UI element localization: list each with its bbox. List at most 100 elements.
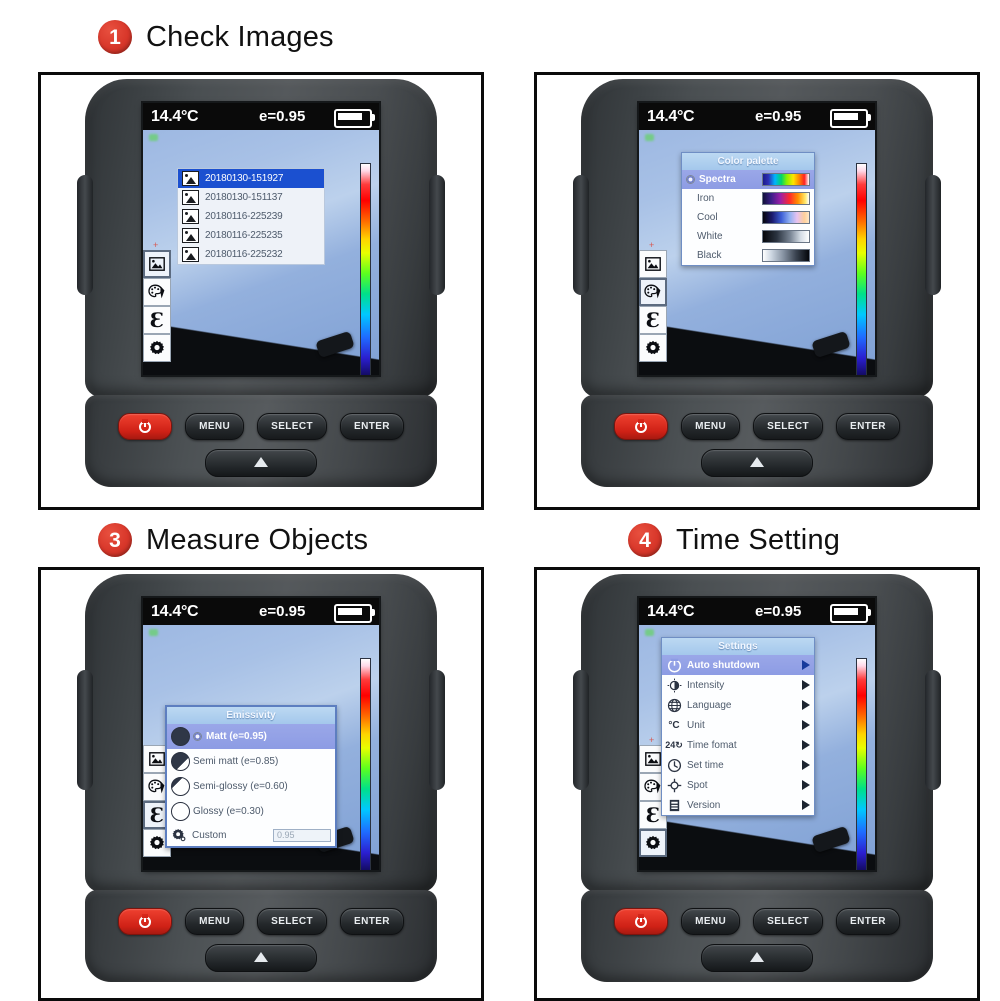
button-row: MENU SELECT ENTER [85,413,437,440]
settings-gear-icon[interactable] [143,334,171,362]
info-icon [666,797,682,813]
color-palette-menu[interactable]: Color palette Spectra Iron Cool White Bl… [681,152,815,266]
green-hotspot [645,134,654,141]
list-item[interactable]: 20180116-225232 [178,245,324,264]
list-item[interactable]: 20180130-151927 [178,169,324,188]
list-item[interactable]: 20180116-225235 [178,226,324,245]
navigation-pad[interactable] [701,944,813,972]
menu-item[interactable]: Semi-glossy (e=0.60) [167,774,335,799]
custom-emissivity-input[interactable]: 0.95 [273,828,331,842]
menu-button[interactable]: MENU [185,413,245,440]
button-row: MENU SELECT ENTER [581,413,933,440]
menu-item[interactable]: 24↻ Time fomat [662,735,814,755]
settings-menu[interactable]: Settings Auto shutdown Intensity Languag… [661,637,815,816]
menu-item-label: Language [687,699,732,711]
up-arrow-icon [750,952,764,962]
power-button[interactable] [614,413,669,440]
menu-item[interactable]: Black [682,246,814,265]
panel-1-heading: 1 Check Images [98,20,334,54]
emissivity-circle-icon [171,752,190,771]
button-row: MENU SELECT ENTER [581,908,933,935]
power-button[interactable] [118,413,173,440]
red-marker: + [153,240,159,251]
radio-icon [686,175,695,184]
menu-item-label: Cool [697,212,718,223]
enter-button[interactable]: ENTER [836,908,900,935]
select-button[interactable]: SELECT [753,413,823,440]
navigation-pad[interactable] [701,449,813,477]
menu-item[interactable]: Custom 0.95 [167,824,335,846]
menu-item[interactable]: Language [662,695,814,715]
menu-item[interactable]: Matt (e=0.95) [167,724,335,749]
menu-item[interactable]: Spot [662,775,814,795]
menu-button[interactable]: MENU [681,908,741,935]
file-name: 20180130-151137 [205,192,283,203]
chevron-right-icon [802,740,810,750]
device-upper-body: 14.4°C e=0.95 + [573,574,941,892]
custom-gear-icon [171,827,187,843]
menu-item[interactable]: Cool [682,208,814,227]
enter-button[interactable]: ENTER [340,908,404,935]
device-upper-body: 14.4°C e=0.95 Ɛ Emissivity Matt (e=0.95)… [77,574,445,892]
menu-item-label: White [697,231,723,242]
emissivity-icon[interactable]: Ɛ [639,306,667,334]
navigation-pad[interactable] [205,449,317,477]
file-name: 20180116-225232 [205,249,283,260]
chevron-right-icon [802,660,810,670]
power-button[interactable] [614,908,669,935]
menu-item[interactable]: Set time [662,755,814,775]
menu-item[interactable]: Intensity [662,675,814,695]
list-item[interactable]: 20180116-225239 [178,207,324,226]
emissivity-readout: e=0.95 [755,108,802,125]
menu-item[interactable]: Semi matt (e=0.85) [167,749,335,774]
file-name: 20180130-151927 [205,173,284,184]
menu-item-label: Iron [697,193,715,204]
temperature-readout: 14.4°C [151,107,199,125]
icon-rail-1[interactable]: Ɛ [143,250,171,362]
palette-icon[interactable] [639,278,667,306]
file-name: 20180116-225235 [205,230,283,241]
menu-item[interactable]: White [682,227,814,246]
device-upper-body: 14.4°C e=0.95 + [573,79,941,397]
degree-celsius-icon: °C [668,719,680,731]
menu-button[interactable]: MENU [681,413,741,440]
select-button[interactable]: SELECT [257,413,327,440]
settings-gear-icon[interactable] [639,334,667,362]
menu-item[interactable]: Spectra [682,170,814,189]
menu-item-label: Spot [687,779,708,791]
image-file-list[interactable]: 20180130-151927 20180130-151137 20180116… [177,168,325,265]
palette-icon[interactable] [143,278,171,306]
menu-button[interactable]: MENU [185,908,245,935]
panel-4-badge: 4 [628,523,662,557]
temperature-readout: 14.4°C [647,602,695,620]
settings-gear-icon[interactable] [639,829,667,857]
select-button[interactable]: SELECT [753,908,823,935]
menu-item[interactable]: Auto shutdown [662,655,814,675]
gallery-icon[interactable] [143,250,171,278]
menu-item[interactable]: Iron [682,189,814,208]
list-item[interactable]: 20180130-151137 [178,188,324,207]
emissivity-menu[interactable]: Emissivity Matt (e=0.95) Semi matt (e=0. [165,705,337,848]
panel-1-title: Check Images [146,20,334,53]
select-button[interactable]: SELECT [257,908,327,935]
menu-item-label: Version [687,799,721,811]
panel-4-heading: 4 Time Setting [628,523,840,557]
gallery-icon[interactable] [639,250,667,278]
side-grip-right [925,175,941,295]
enter-button[interactable]: ENTER [836,413,900,440]
menu-item[interactable]: Glossy (e=0.30) [167,799,335,824]
emissivity-icon[interactable]: Ɛ [143,306,171,334]
navigation-pad[interactable] [205,944,317,972]
menu-item-label: Matt (e=0.95) [206,731,267,742]
power-button[interactable] [118,908,173,935]
panel-2-photo-frame: 14.4°C e=0.95 + Ɛ Color palette Spectra … [534,72,980,510]
icon-rail-2[interactable]: Ɛ [639,250,667,362]
enter-button[interactable]: ENTER [340,413,404,440]
chevron-right-icon [802,780,810,790]
temperature-readout: 14.4°C [151,602,199,620]
menu-item-label: Intensity [687,679,725,691]
image-thumb-icon [182,190,199,205]
menu-item[interactable]: °C Unit [662,715,814,735]
menu-item[interactable]: Version [662,795,814,815]
brightness-icon [666,677,682,693]
